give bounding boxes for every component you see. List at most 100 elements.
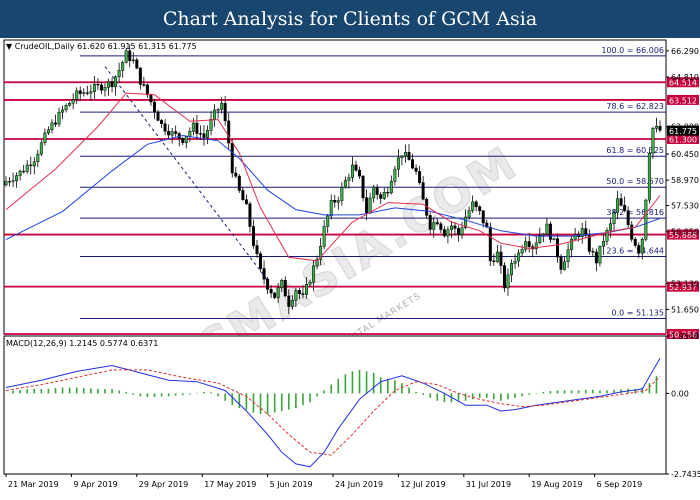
candle-body xyxy=(333,199,337,203)
x-tick-label: 21 Mar 2019 xyxy=(8,480,59,489)
candle-body xyxy=(541,233,545,236)
candle-body xyxy=(616,198,620,213)
candle-body xyxy=(312,265,316,283)
macd-histogram-bar xyxy=(436,393,439,401)
candle-body xyxy=(449,225,453,231)
candle-body xyxy=(114,76,118,88)
candle-body xyxy=(619,198,623,206)
candle-body xyxy=(290,300,294,307)
candle-body xyxy=(513,260,517,264)
macd-histogram-bar xyxy=(238,393,241,409)
candle-body xyxy=(198,133,202,135)
macd-histogram-bar xyxy=(125,391,127,394)
candle-body xyxy=(368,197,372,213)
candle-body xyxy=(124,50,128,63)
macd-histogram-bar xyxy=(655,375,658,394)
candle-body xyxy=(39,142,43,155)
candle-body xyxy=(89,91,93,94)
candle-body xyxy=(188,131,192,137)
candle-body xyxy=(457,228,460,235)
candle-body xyxy=(403,152,407,157)
sr-price-label: 63.512 xyxy=(669,96,697,105)
candle-body xyxy=(71,99,75,104)
candle-body xyxy=(644,199,648,240)
macd-histogram-bar xyxy=(139,393,142,397)
macd-histogram-bar xyxy=(61,387,64,394)
candle-body xyxy=(92,83,96,92)
candle-body xyxy=(442,229,446,237)
candle-body xyxy=(163,123,167,132)
macd-histogram-bar xyxy=(521,393,523,397)
candle-body xyxy=(354,164,358,171)
candle-body xyxy=(626,210,630,226)
macd-histogram-bar xyxy=(535,393,538,395)
macd-y-tick-label: 0.00 xyxy=(671,389,689,398)
candle-body xyxy=(78,90,82,94)
x-tick-label: 12 Jul 2019 xyxy=(400,480,445,489)
macd-histogram-bar xyxy=(181,393,184,396)
macd-histogram-bar xyxy=(563,390,566,394)
candle-body xyxy=(488,226,492,262)
candle-body xyxy=(209,119,213,131)
candle-body xyxy=(184,136,188,143)
macd-histogram-bar xyxy=(82,388,85,394)
macd-histogram-bar xyxy=(408,387,410,394)
candle-body xyxy=(563,261,567,270)
macd-histogram-bar xyxy=(104,389,106,394)
macd-histogram-bar xyxy=(443,393,446,403)
fib-label: 61.8 = 60.325 xyxy=(606,146,664,155)
candle-body xyxy=(46,129,50,134)
macd-histogram-bar xyxy=(68,387,71,394)
candle-body xyxy=(43,132,47,144)
candle-body xyxy=(15,175,19,181)
candle-body xyxy=(220,102,224,110)
macd-histogram-bar xyxy=(189,393,191,395)
candle-body xyxy=(372,186,376,199)
candle-body xyxy=(612,212,616,224)
fib-label: 0.0 = 51.135 xyxy=(611,308,664,317)
candle-body xyxy=(598,246,602,264)
candle-body xyxy=(262,268,266,280)
candle-body xyxy=(559,256,563,270)
candle-body xyxy=(545,223,549,235)
macd-histogram-bar xyxy=(231,393,234,406)
macd-histogram-bar xyxy=(429,393,432,398)
macd-histogram-bar xyxy=(577,390,580,394)
candle-body xyxy=(234,172,238,177)
x-tick-label: 29 Apr 2019 xyxy=(139,480,188,489)
macd-histogram-bar xyxy=(592,389,594,394)
x-tick-label: 6 Sep 2019 xyxy=(597,480,643,489)
candle-body xyxy=(82,92,86,94)
macd-histogram-bar xyxy=(379,377,382,394)
macd-histogram-bar xyxy=(33,388,36,394)
candle-body xyxy=(418,171,422,183)
candle-body xyxy=(308,281,312,285)
candle-body xyxy=(251,226,255,246)
price-chart: GCMASIA.COMGLOBAL CAPITAL MARKETS100.0 =… xyxy=(3,39,700,489)
macd-histogram-bar xyxy=(210,392,212,394)
candle-body xyxy=(160,120,164,125)
candle-body xyxy=(96,83,100,86)
candle-body xyxy=(167,131,171,136)
candle-body xyxy=(61,109,65,113)
candle-body xyxy=(414,167,418,172)
macd-histogram-bar xyxy=(316,393,318,397)
candle-body xyxy=(375,186,379,195)
macd-histogram-bar xyxy=(549,391,552,394)
macd-histogram-bar xyxy=(344,374,347,394)
candle-body xyxy=(110,81,114,88)
candle-body xyxy=(432,222,436,230)
macd-histogram-bar xyxy=(295,393,297,409)
candle-body xyxy=(594,251,598,264)
macd-histogram-bar xyxy=(259,393,262,414)
macd-histogram-bar xyxy=(40,389,43,394)
candle-body xyxy=(64,105,68,111)
macd-histogram-bar xyxy=(599,390,601,394)
candle-body xyxy=(8,181,12,183)
candle-body xyxy=(255,245,259,254)
macd-histogram-bar xyxy=(19,389,21,394)
x-tick-label: 31 Jul 2019 xyxy=(466,480,511,489)
macd-histogram-bar xyxy=(111,389,113,394)
macd-histogram-bar xyxy=(280,393,283,412)
candle-body xyxy=(637,245,641,254)
